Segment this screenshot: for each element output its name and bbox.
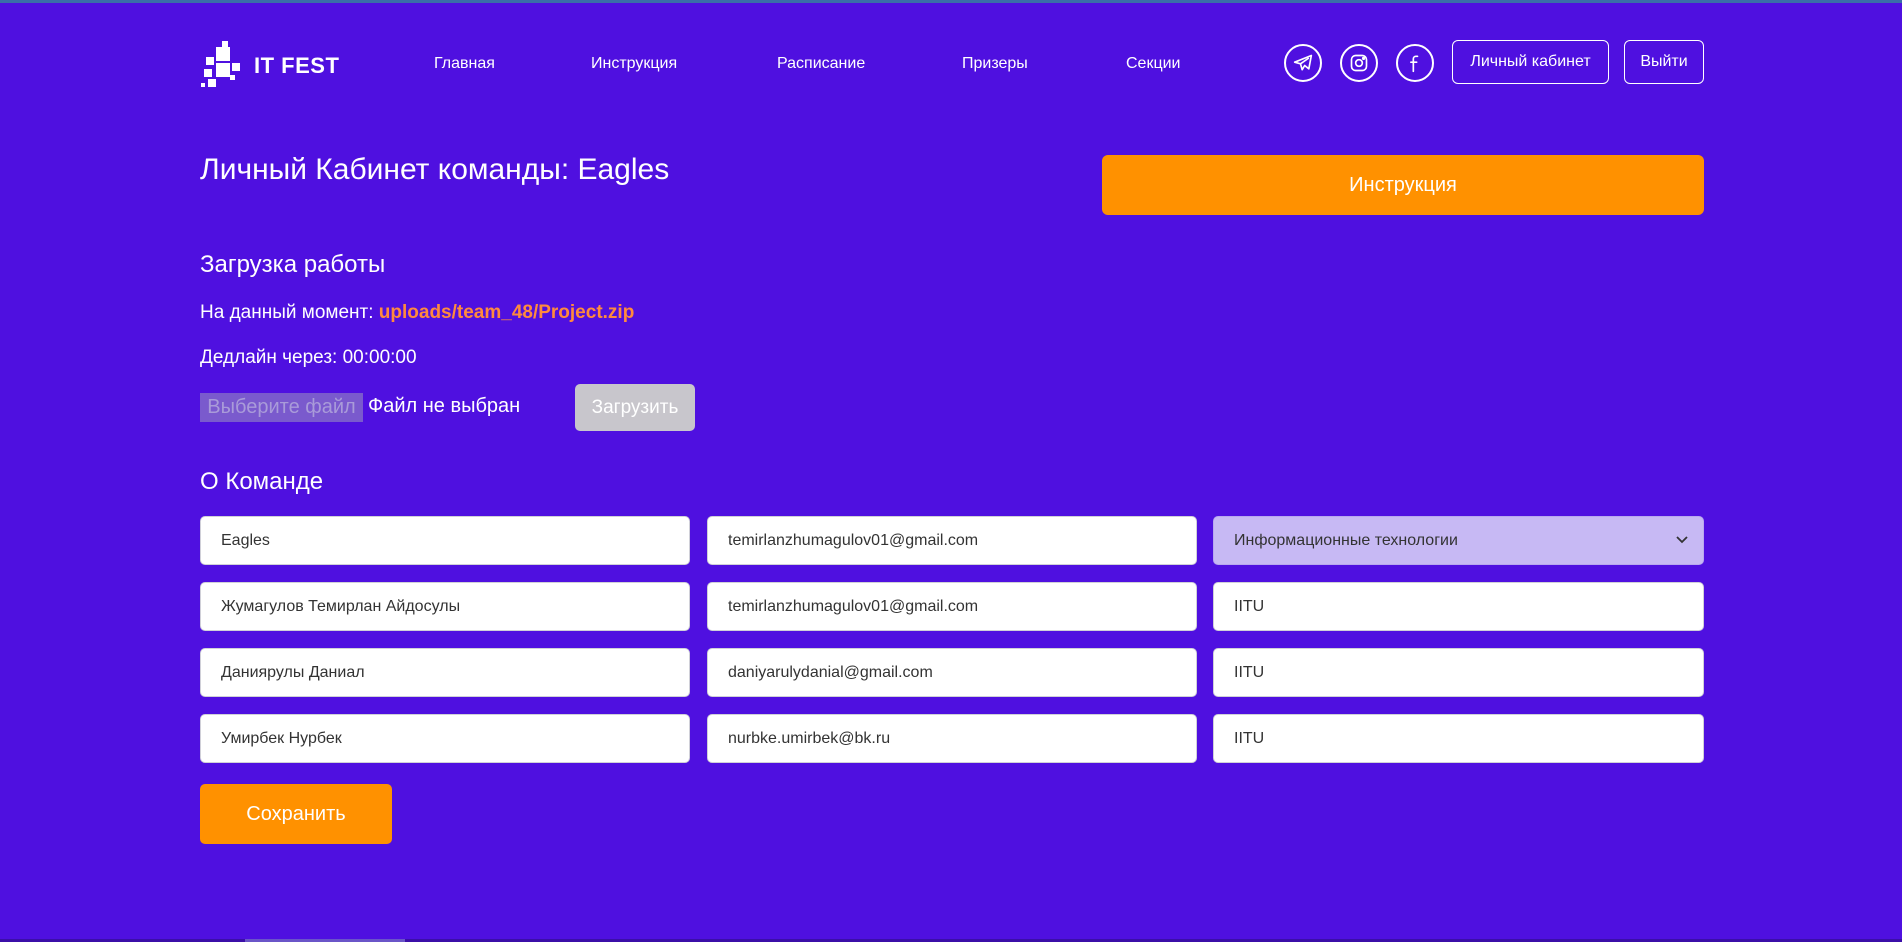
instruction-button[interactable]: Инструкция [1102, 155, 1704, 215]
nav-instruction[interactable]: Инструкция [591, 39, 677, 89]
no-file-label: Файл не выбран [368, 395, 521, 417]
page-title: Личный Кабинет команды: Eagles [200, 153, 670, 186]
window-top-line [0, 0, 1902, 3]
instagram-icon[interactable] [1340, 44, 1378, 82]
member-1-email-input[interactable] [707, 582, 1197, 631]
nav-sections[interactable]: Секции [1126, 39, 1181, 89]
nav-winners[interactable]: Призеры [962, 39, 1028, 89]
member-2-university-input[interactable] [1213, 648, 1704, 697]
telegram-icon[interactable] [1284, 44, 1322, 82]
member-3-email-input[interactable] [707, 714, 1197, 763]
chevron-down-icon [1676, 536, 1688, 544]
logo-text: IT FEST [254, 53, 340, 78]
deadline-line: Дедлайн через: 00:00:00 [200, 347, 417, 369]
site-logo[interactable]: IT FEST [200, 39, 340, 89]
logo-icon [201, 41, 240, 87]
facebook-icon[interactable] [1396, 44, 1434, 82]
member-3-name-input[interactable] [200, 714, 690, 763]
choose-file-button[interactable]: Выберите файл [200, 393, 363, 422]
upload-section-title: Загрузка работы [200, 251, 386, 278]
member-3-university-input[interactable] [1213, 714, 1704, 763]
deadline-value: 00:00:00 [342, 347, 417, 368]
member-2-email-input[interactable] [707, 648, 1197, 697]
nav-home[interactable]: Главная [434, 39, 495, 89]
current-file-link[interactable]: uploads/team_48/Project.zip [379, 302, 635, 323]
deadline-label: Дедлайн через: [200, 347, 338, 368]
upload-button[interactable]: Загрузить [575, 384, 695, 431]
member-2-name-input[interactable] [200, 648, 690, 697]
member-1-name-input[interactable] [200, 582, 690, 631]
section-select[interactable]: Информационные технологии [1213, 516, 1704, 565]
cabinet-button[interactable]: Личный кабинет [1452, 40, 1609, 84]
section-select-value: Информационные технологии [1234, 531, 1458, 549]
logout-button[interactable]: Выйти [1624, 40, 1704, 84]
site-header: IT FEST Главная Инструкция Расписание Пр… [200, 39, 1704, 89]
member-1-university-input[interactable] [1213, 582, 1704, 631]
current-file-line: На данный момент: uploads/team_48/Projec… [200, 302, 634, 324]
team-email-input[interactable] [707, 516, 1197, 565]
nav-schedule[interactable]: Расписание [777, 39, 865, 89]
current-file-label: На данный момент: [200, 302, 374, 323]
save-button[interactable]: Сохранить [200, 784, 392, 844]
team-section-title: О Команде [200, 468, 324, 495]
team-name-input[interactable] [200, 516, 690, 565]
